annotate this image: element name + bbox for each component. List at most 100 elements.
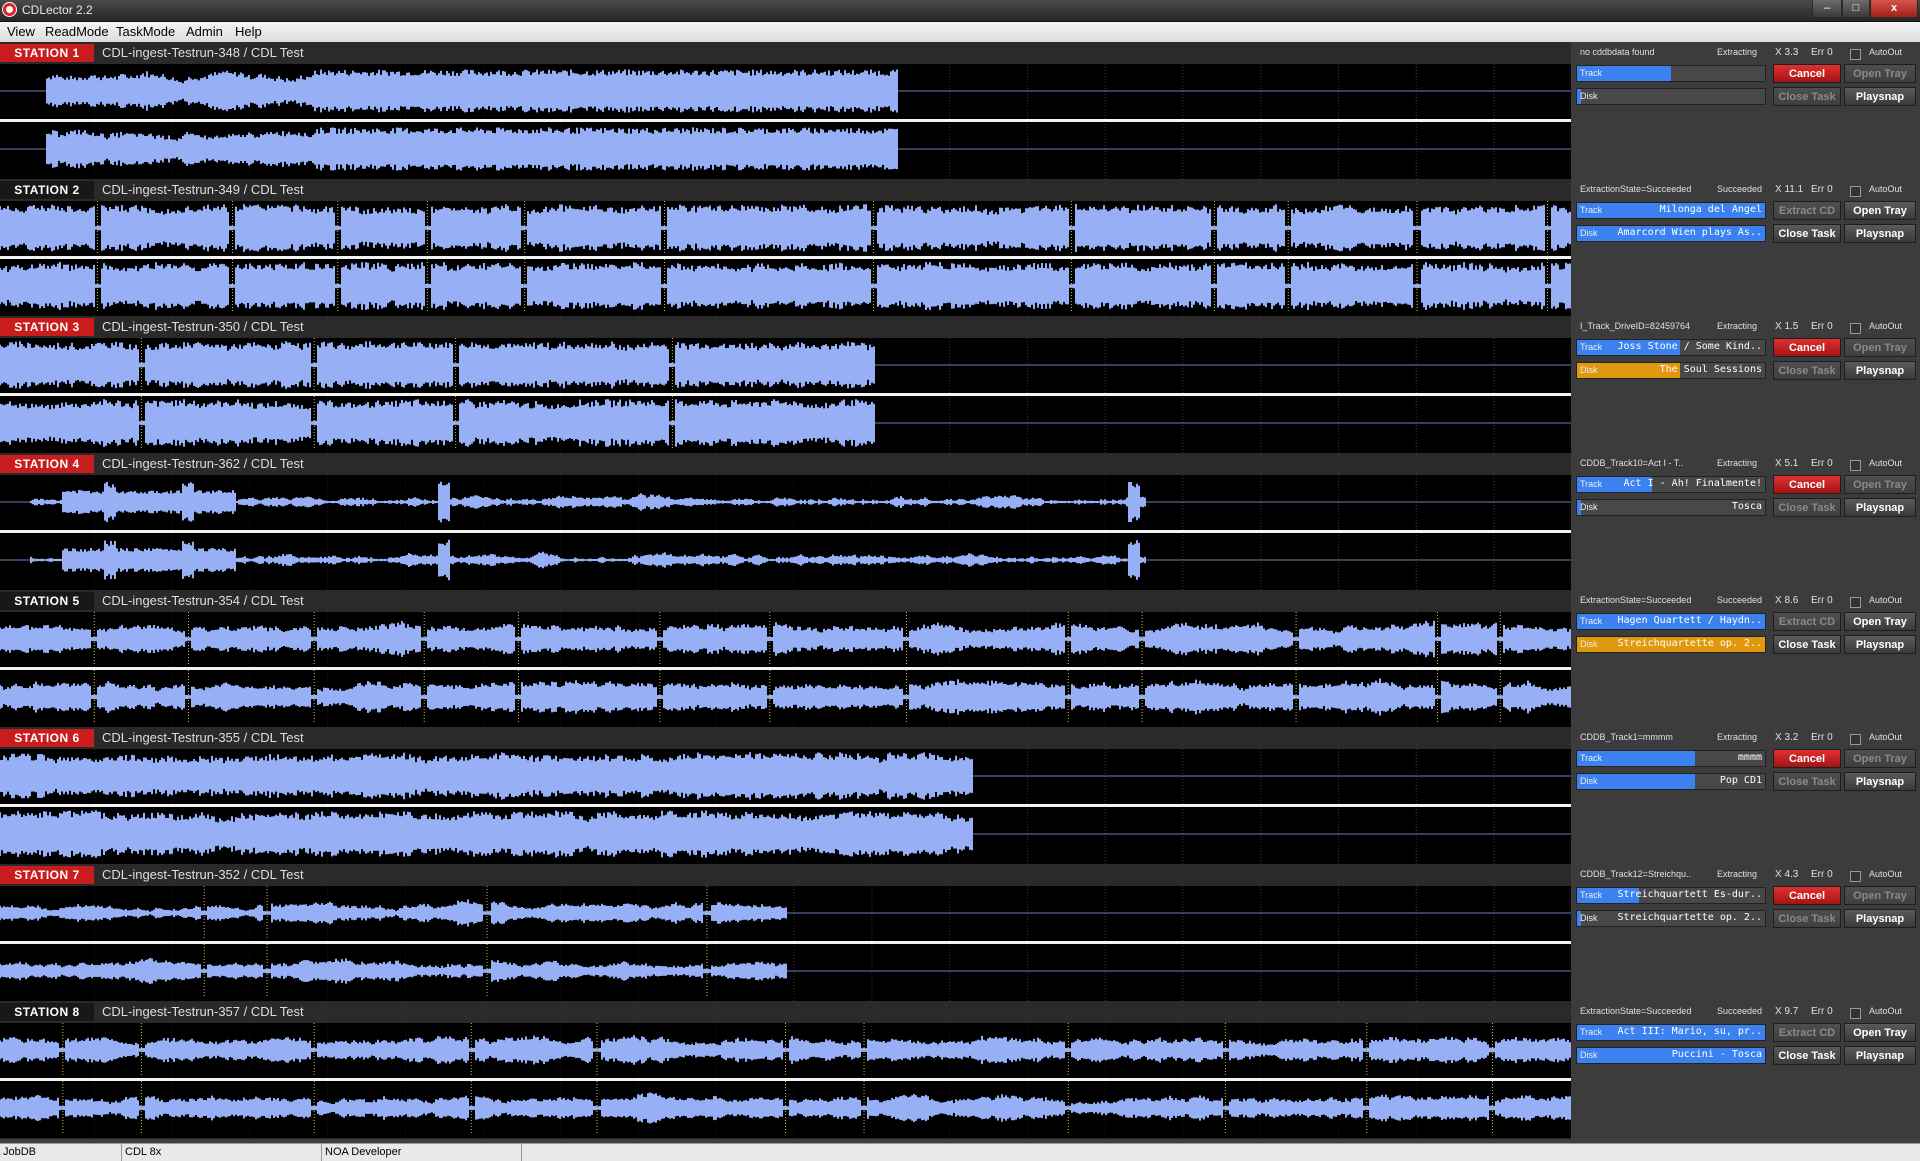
open-tray-button[interactable]: Open Tray xyxy=(1844,475,1916,494)
station-error-count: Err 0 xyxy=(1811,458,1833,469)
close-task-button[interactable]: Close Task xyxy=(1773,498,1841,517)
playsnap-button[interactable]: Playsnap xyxy=(1844,635,1916,654)
station-error-count: Err 0 xyxy=(1811,869,1833,880)
open-tray-button[interactable]: Open Tray xyxy=(1844,749,1916,768)
waveform-display xyxy=(0,64,1571,180)
disk-label: Disk xyxy=(1580,228,1598,238)
open-tray-button[interactable]: Open Tray xyxy=(1844,338,1916,357)
track-label: Track xyxy=(1580,479,1603,489)
disk-value: Streichquartette op. 2.. xyxy=(1617,912,1763,923)
open-tray-button[interactable]: Open Tray xyxy=(1844,886,1916,905)
menu-help[interactable]: Help xyxy=(235,24,262,39)
track-progress-bar: Track mmmm xyxy=(1576,750,1766,767)
autoout-label: AutoOut xyxy=(1869,1006,1903,1016)
track-value: Joss Stone / Some Kind.. xyxy=(1617,341,1763,352)
station-info-text: CDDB_Track12=Streichqu.. xyxy=(1580,869,1691,879)
menu-admin[interactable]: Admin xyxy=(186,24,223,39)
autoout-checkbox[interactable] xyxy=(1850,1008,1861,1019)
menu-taskmode[interactable]: TaskMode xyxy=(116,24,175,39)
waveform-svg xyxy=(0,1023,1571,1138)
station-info-text: CDDB_Track10=Act I - T.. xyxy=(1580,458,1684,468)
close-task-button[interactable]: Close Task xyxy=(1773,909,1841,928)
channel-separator xyxy=(0,667,1571,670)
extract-cd-button[interactable]: Extract CD xyxy=(1773,1023,1841,1042)
cancel-button[interactable]: Cancel xyxy=(1773,475,1841,494)
channel-separator xyxy=(0,941,1571,944)
cancel-button[interactable]: Cancel xyxy=(1773,338,1841,357)
disk-progress-bar: Disk Puccini - Tosca xyxy=(1576,1047,1766,1064)
close-task-button[interactable]: Close Task xyxy=(1773,772,1841,791)
channel-separator xyxy=(0,256,1571,259)
station-speed: X 11.1 xyxy=(1775,184,1804,195)
track-label: Track xyxy=(1580,753,1603,763)
playsnap-button[interactable]: Playsnap xyxy=(1844,224,1916,243)
open-tray-button[interactable]: Open Tray xyxy=(1844,64,1916,83)
waveform-channel xyxy=(46,69,898,113)
cancel-button[interactable]: Cancel xyxy=(1773,749,1841,768)
station-panel: STATION 3 CDL-ingest-Testrun-350 / CDL T… xyxy=(0,316,1920,454)
autoout-label: AutoOut xyxy=(1869,184,1903,194)
waveform-channel xyxy=(0,899,787,927)
playsnap-button[interactable]: Playsnap xyxy=(1844,772,1916,791)
close-task-button[interactable]: Close Task xyxy=(1773,224,1841,243)
menu-readmode[interactable]: ReadMode xyxy=(45,24,109,39)
close-task-button[interactable]: Close Task xyxy=(1773,1046,1841,1065)
track-progress-bar: Track Streichquartett Es-dur.. xyxy=(1576,887,1766,904)
disk-value: Puccini - Tosca xyxy=(1671,1049,1762,1060)
app-icon xyxy=(2,2,17,17)
station-panel: STATION 4 CDL-ingest-Testrun-362 / CDL T… xyxy=(0,453,1920,591)
playsnap-button[interactable]: Playsnap xyxy=(1844,498,1916,517)
autoout-label: AutoOut xyxy=(1869,732,1903,742)
menu-view[interactable]: View xyxy=(7,24,35,39)
station-controls: ExtractionState=Succeeded Succeeded X 9.… xyxy=(1571,1001,1920,1138)
station-job-name: CDL-ingest-Testrun-352 / CDL Test xyxy=(102,867,304,882)
autoout-checkbox[interactable] xyxy=(1850,460,1861,471)
waveform-svg xyxy=(0,201,1571,316)
maximize-button[interactable]: □ xyxy=(1842,0,1870,18)
autoout-checkbox[interactable] xyxy=(1850,186,1861,197)
track-label: Track xyxy=(1580,1027,1603,1037)
station-speed: X 1.5 xyxy=(1775,321,1799,332)
channel-separator xyxy=(0,393,1571,396)
playsnap-button[interactable]: Playsnap xyxy=(1844,909,1916,928)
close-task-button[interactable]: Close Task xyxy=(1773,635,1841,654)
waveform-svg xyxy=(0,749,1571,864)
playsnap-button[interactable]: Playsnap xyxy=(1844,361,1916,380)
station-controls: CDDB_Track10=Act I - T.. Extracting X 5.… xyxy=(1571,453,1920,590)
station-info-text: CDDB_Track1=mmmm xyxy=(1580,732,1673,742)
station-error-count: Err 0 xyxy=(1811,595,1833,606)
cancel-button[interactable]: Cancel xyxy=(1773,64,1841,83)
disk-label: Disk xyxy=(1580,1050,1598,1060)
playsnap-button[interactable]: Playsnap xyxy=(1844,1046,1916,1065)
cancel-button[interactable]: Cancel xyxy=(1773,886,1841,905)
autoout-checkbox[interactable] xyxy=(1850,49,1861,60)
track-label: Track xyxy=(1580,68,1603,78)
open-tray-button[interactable]: Open Tray xyxy=(1844,201,1916,220)
autoout-checkbox[interactable] xyxy=(1850,323,1861,334)
menu-bar: View ReadMode TaskMode Admin Help xyxy=(0,22,1920,43)
close-task-button[interactable]: Close Task xyxy=(1773,361,1841,380)
autoout-checkbox[interactable] xyxy=(1850,734,1861,745)
disk-progress-bar: Disk Amarcord Wien plays As.. xyxy=(1576,225,1766,242)
autoout-checkbox[interactable] xyxy=(1850,871,1861,882)
waveform-channel xyxy=(0,810,973,858)
station-info-text: I_Track_DriveID=82459764 xyxy=(1580,321,1690,331)
open-tray-button[interactable]: Open Tray xyxy=(1844,612,1916,631)
extract-cd-button[interactable]: Extract CD xyxy=(1773,612,1841,631)
minimize-button[interactable]: – xyxy=(1812,0,1842,18)
open-tray-button[interactable]: Open Tray xyxy=(1844,1023,1916,1042)
waveform-svg xyxy=(0,338,1571,453)
extract-cd-button[interactable]: Extract CD xyxy=(1773,201,1841,220)
station-job-name: CDL-ingest-Testrun-357 / CDL Test xyxy=(102,1004,304,1019)
waveform-channel xyxy=(0,752,973,800)
autoout-label: AutoOut xyxy=(1869,869,1903,879)
close-task-button[interactable]: Close Task xyxy=(1773,87,1841,106)
waveform-display xyxy=(0,338,1571,454)
autoout-label: AutoOut xyxy=(1869,595,1903,605)
close-button[interactable]: x xyxy=(1870,0,1918,18)
autoout-checkbox[interactable] xyxy=(1850,597,1861,608)
station-controls: ExtractionState=Succeeded Succeeded X 11… xyxy=(1571,179,1920,316)
disk-label: Disk xyxy=(1580,365,1598,375)
station-controls: CDDB_Track12=Streichqu.. Extracting X 4.… xyxy=(1571,864,1920,1001)
playsnap-button[interactable]: Playsnap xyxy=(1844,87,1916,106)
